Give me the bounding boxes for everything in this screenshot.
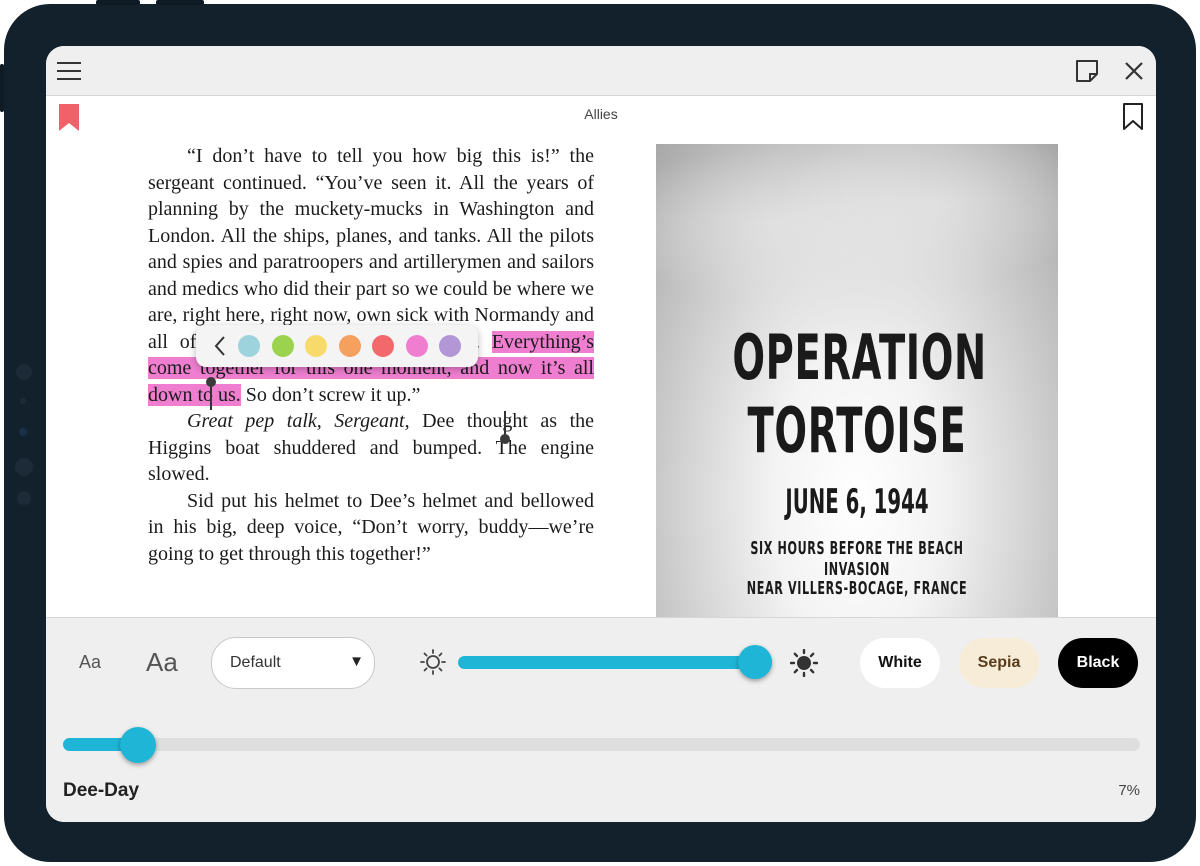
close-icon[interactable] xyxy=(1119,56,1149,86)
brightness-high-icon xyxy=(790,649,818,677)
camera-sensor xyxy=(16,364,32,380)
camera-sensor xyxy=(17,491,31,505)
color-swatch-orange[interactable] xyxy=(338,335,361,357)
paragraph: Great pep talk, Sergeant, Dee thought as… xyxy=(148,410,595,485)
reader-screen: Allies “I don’t have to tell you how big… xyxy=(46,46,1156,822)
brightness-slider-knob[interactable] xyxy=(737,645,772,679)
sticky-note-icon[interactable] xyxy=(1072,56,1102,86)
cover-subtitle-2: NEAR VILLERS-BOCAGE, FRANCE xyxy=(746,578,968,599)
color-swatch-red[interactable] xyxy=(372,335,394,357)
font-family-select[interactable]: Default ▼ xyxy=(211,637,375,689)
theme-white-button[interactable]: White xyxy=(860,638,940,688)
book-title: Allies xyxy=(584,106,618,122)
paragraph: Sid put his helmet to Dee’s helmet and b… xyxy=(148,489,594,565)
reading-progress-slider[interactable] xyxy=(63,727,1140,763)
font-size-decrease-button[interactable]: Aa xyxy=(79,652,101,673)
selection-end-handle[interactable] xyxy=(500,411,510,444)
color-swatch-purple[interactable] xyxy=(439,335,461,357)
device-button-top-1 xyxy=(96,0,140,5)
theme-sepia-button[interactable]: Sepia xyxy=(959,638,1039,688)
top-toolbar xyxy=(46,46,1156,96)
color-swatch-pink[interactable] xyxy=(405,335,428,357)
book-cover-image: OPERATION TORTOISE JUNE 6, 1944 SIX HOUR… xyxy=(656,144,1058,618)
font-family-value: Default xyxy=(230,654,281,671)
cover-title-line1: OPERATION xyxy=(732,321,987,394)
reading-settings-bar: Aa Aa Default ▼ White Sepia Black xyxy=(46,617,1156,710)
device-button-side xyxy=(0,64,4,112)
color-swatch-blue[interactable] xyxy=(238,335,260,357)
selection-start-handle[interactable] xyxy=(206,377,216,410)
cover-date: JUNE 6, 1944 xyxy=(785,482,929,522)
theme-black-button[interactable]: Black xyxy=(1058,638,1138,688)
progress-percent: 7% xyxy=(1118,782,1140,799)
reading-progress-area: Dee-Day 7% xyxy=(46,708,1156,822)
cover-title-line2: TORTOISE xyxy=(747,394,967,467)
back-chevron-icon[interactable] xyxy=(202,325,238,367)
camera-sensor xyxy=(20,398,26,404)
hamburger-menu-icon[interactable] xyxy=(54,56,84,86)
cover-subtitle-1: SIX HOURS BEFORE THE BEACH INVASION xyxy=(750,538,964,580)
color-swatch-green[interactable] xyxy=(271,335,294,357)
device-button-top-2 xyxy=(156,0,204,5)
paragraph: “I don’t have to tell you how big this i… xyxy=(148,145,594,406)
dropdown-arrow-icon: ▼ xyxy=(349,653,364,670)
reading-progress-knob[interactable] xyxy=(120,727,157,763)
camera-sensor xyxy=(15,458,33,476)
brightness-low-icon xyxy=(420,649,446,675)
chapter-title: Dee-Day xyxy=(63,780,140,801)
cover-clouds xyxy=(656,144,1058,344)
bookmark-outline-icon[interactable] xyxy=(1122,103,1144,131)
camera-lens xyxy=(19,428,27,436)
highlight-color-popup xyxy=(196,325,478,367)
color-swatch-yellow[interactable] xyxy=(305,335,327,357)
font-size-increase-button[interactable]: Aa xyxy=(146,647,178,678)
brightness-slider[interactable] xyxy=(458,645,772,679)
